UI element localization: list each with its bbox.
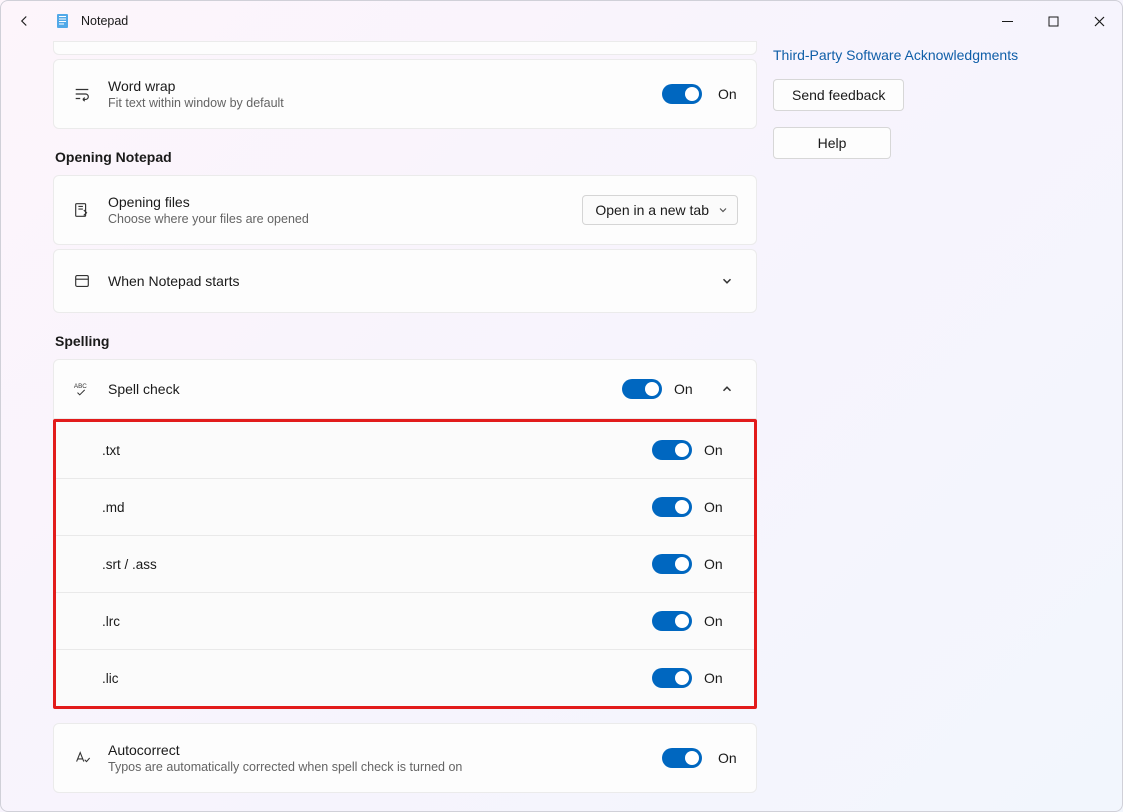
notepad-app-icon: [55, 13, 71, 29]
opening-files-desc: Choose where your files are opened: [108, 212, 582, 226]
minimize-icon: [1002, 16, 1013, 27]
spell-ext-label: .md: [102, 500, 125, 515]
spell-ext-row: .txt On: [56, 422, 754, 479]
word-wrap-toggle[interactable]: [662, 84, 702, 104]
spell-ext-state: On: [704, 442, 724, 458]
autocorrect-icon: [72, 748, 92, 768]
titlebar: Notepad: [1, 1, 1122, 41]
spelling-section-heading: Spelling: [55, 333, 757, 349]
spell-ext-toggle[interactable]: [652, 497, 692, 517]
spell-check-state: On: [674, 381, 694, 397]
spell-ext-row: .md On: [56, 479, 754, 536]
spell-ext-label: .lrc: [102, 614, 120, 629]
when-starts-title: When Notepad starts: [108, 273, 716, 289]
spell-ext-state: On: [704, 556, 724, 572]
chevron-down-icon: [717, 204, 729, 216]
maximize-icon: [1048, 16, 1059, 27]
spell-ext-row: .lrc On: [56, 593, 754, 650]
help-button[interactable]: Help: [773, 127, 891, 159]
spell-check-extensions-list: .txt On .md On .srt / .ass On .lrc On .lic On: [53, 419, 757, 709]
send-feedback-button[interactable]: Send feedback: [773, 79, 904, 111]
autocorrect-title: Autocorrect: [108, 742, 662, 758]
opening-files-select[interactable]: Open in a new tab: [582, 195, 738, 225]
close-icon: [1094, 16, 1105, 27]
autocorrect-card[interactable]: Autocorrect Typos are automatically corr…: [53, 723, 757, 793]
spell-ext-state: On: [704, 499, 724, 515]
back-button[interactable]: [7, 4, 41, 38]
minimize-button[interactable]: [984, 5, 1030, 37]
svg-text:ABC: ABC: [74, 383, 87, 390]
when-starts-expand[interactable]: [716, 270, 738, 292]
main-settings-column: Word wrap Fit text within window by defa…: [1, 41, 757, 811]
word-wrap-desc: Fit text within window by default: [108, 96, 662, 110]
opening-files-title: Opening files: [108, 194, 582, 210]
acknowledgments-link[interactable]: Third-Party Software Acknowledgments: [773, 47, 1018, 63]
spell-check-icon: ABC: [72, 379, 92, 399]
window-controls: [984, 5, 1122, 37]
spell-ext-toggle[interactable]: [652, 440, 692, 460]
autocorrect-desc: Typos are automatically corrected when s…: [108, 760, 662, 774]
spell-ext-label: .txt: [102, 443, 120, 458]
opening-section-heading: Opening Notepad: [55, 149, 757, 165]
autocorrect-toggle[interactable]: [662, 748, 702, 768]
open-file-icon: [72, 200, 92, 220]
spell-ext-label: .srt / .ass: [102, 557, 157, 572]
maximize-button[interactable]: [1030, 5, 1076, 37]
spell-ext-row: .lic On: [56, 650, 754, 706]
word-wrap-title: Word wrap: [108, 78, 662, 94]
app-title: Notepad: [81, 14, 128, 28]
spell-ext-row: .srt / .ass On: [56, 536, 754, 593]
partial-card-above: [53, 41, 757, 55]
arrow-left-icon: [15, 12, 33, 30]
autocorrect-state: On: [718, 750, 738, 766]
spell-ext-label: .lic: [102, 671, 119, 686]
spell-check-title: Spell check: [108, 381, 622, 397]
spell-check-collapse[interactable]: [716, 378, 738, 400]
spell-ext-state: On: [704, 613, 724, 629]
word-wrap-state: On: [718, 86, 738, 102]
spell-ext-toggle[interactable]: [652, 668, 692, 688]
opening-files-select-value: Open in a new tab: [595, 202, 709, 218]
close-button[interactable]: [1076, 5, 1122, 37]
spell-ext-toggle[interactable]: [652, 554, 692, 574]
opening-files-card[interactable]: Opening files Choose where your files ar…: [53, 175, 757, 245]
word-wrap-icon: [72, 84, 92, 104]
starts-icon: [72, 271, 92, 291]
spell-ext-toggle[interactable]: [652, 611, 692, 631]
chevron-up-icon: [720, 382, 734, 396]
spell-ext-state: On: [704, 670, 724, 686]
when-notepad-starts-card[interactable]: When Notepad starts: [53, 249, 757, 313]
chevron-down-icon: [720, 274, 734, 288]
spell-check-card[interactable]: ABC Spell check On: [53, 359, 757, 419]
spell-check-toggle[interactable]: [622, 379, 662, 399]
side-column: Third-Party Software Acknowledgments Sen…: [757, 41, 1122, 811]
word-wrap-card[interactable]: Word wrap Fit text within window by defa…: [53, 59, 757, 129]
